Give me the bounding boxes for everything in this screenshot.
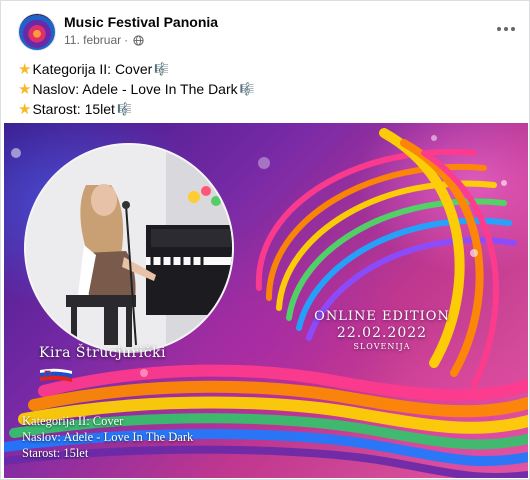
more-options-icon[interactable] bbox=[493, 19, 519, 39]
edition-info: ONLINE EDITION 22.02.2022 SLOVENIJA bbox=[292, 309, 472, 351]
post-text: ★ Kategorija II: Cover 🎼 ★ Naslov: Adele… bbox=[18, 59, 518, 119]
meta-separator: · bbox=[124, 33, 129, 47]
edition-country: SLOVENIJA bbox=[353, 342, 411, 351]
image-caption-line: Starost: 15let bbox=[22, 446, 89, 460]
post-line-text: Naslov: Adele - Love In The Dark bbox=[32, 81, 238, 97]
post-image[interactable]: Kira Štrucjurički ONLINE EDITION 22.02.2… bbox=[4, 123, 528, 478]
slovenia-flag-icon bbox=[40, 368, 72, 382]
edition-title: ONLINE EDITION bbox=[314, 309, 450, 324]
performer-photo bbox=[24, 143, 234, 353]
image-caption: Kategorija II: Cover Naslov: Adele - Lov… bbox=[22, 413, 193, 461]
music-note-icon: 🎼 bbox=[154, 62, 170, 76]
facebook-post: Music Festival Panonia 11. februar · ★ K… bbox=[0, 0, 530, 480]
music-note-icon: 🎼 bbox=[239, 82, 255, 96]
edition-date: 22.02.2022 bbox=[336, 325, 428, 341]
post-line-text: Starost: 15let bbox=[32, 101, 115, 117]
post-date-link[interactable]: 11. februar bbox=[64, 33, 121, 47]
page-avatar[interactable] bbox=[18, 13, 56, 51]
music-note-icon: 🎼 bbox=[116, 102, 132, 116]
star-icon: ★ bbox=[18, 100, 32, 118]
post-line-category: ★ Kategorija II: Cover 🎼 bbox=[18, 59, 518, 79]
performer-name: Kira Štrucjurički bbox=[39, 345, 167, 361]
post-line-title: ★ Naslov: Adele - Love In The Dark 🎼 bbox=[18, 79, 518, 99]
star-icon: ★ bbox=[18, 80, 32, 98]
post-line-age: ★ Starost: 15let 🎼 bbox=[18, 99, 518, 119]
star-icon: ★ bbox=[18, 60, 32, 78]
post-line-text: Kategorija II: Cover bbox=[32, 61, 153, 77]
post-header: Music Festival Panonia 11. februar · bbox=[1, 1, 529, 57]
image-caption-line: Naslov: Adele - Love In The Dark bbox=[22, 430, 194, 444]
globe-icon[interactable] bbox=[133, 34, 144, 46]
image-caption-line: Kategorija II: Cover bbox=[22, 414, 124, 428]
page-name-link[interactable]: Music Festival Panonia bbox=[64, 14, 218, 30]
post-meta: 11. februar · bbox=[64, 33, 144, 47]
